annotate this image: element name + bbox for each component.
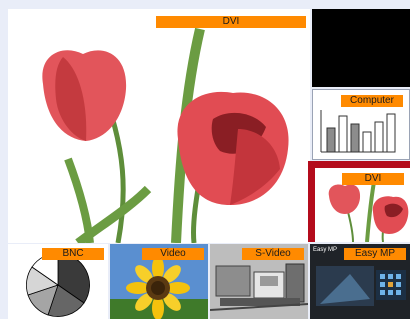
easymp-title-text: Easy MP <box>313 247 338 253</box>
main-tulip-image <box>42 27 289 243</box>
source-label-video: Video <box>142 248 204 260</box>
source-label-easymp: Easy MP <box>344 248 406 260</box>
source-label-computer: Computer <box>341 95 403 107</box>
source-thumb-bnc[interactable]: BNC <box>8 244 108 319</box>
source-thumb-computer[interactable]: Computer <box>312 89 410 160</box>
source-thumb-dvi[interactable]: DVI <box>308 161 410 242</box>
source-thumb-easymp[interactable]: Easy MP Easy MP <box>310 244 410 319</box>
main-view-label: DVI <box>156 16 306 28</box>
empty-source-slot <box>312 9 410 87</box>
source-thumb-video[interactable]: Video <box>110 244 208 319</box>
source-label-svideo: S-Video <box>242 248 304 260</box>
main-preview: DVI <box>8 9 310 243</box>
source-label-bnc: BNC <box>42 248 104 260</box>
source-label-dvi: DVI <box>342 173 404 185</box>
source-thumb-svideo[interactable]: S-Video <box>210 244 308 319</box>
